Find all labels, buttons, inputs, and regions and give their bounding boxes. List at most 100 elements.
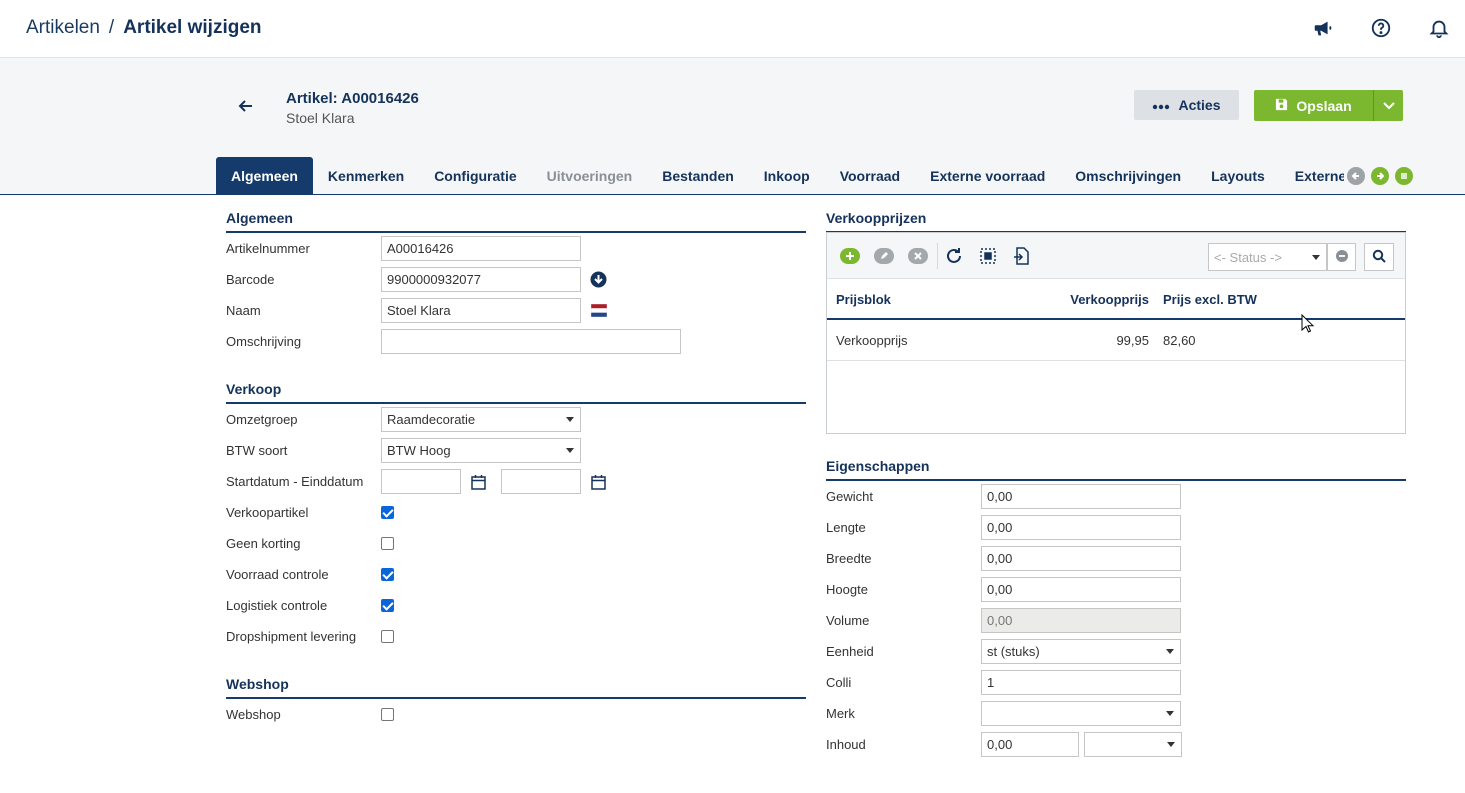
- eenheid-value: st (stuks): [987, 644, 1040, 659]
- tab-layouts[interactable]: Layouts: [1196, 157, 1280, 195]
- tab-inkoop[interactable]: Inkoop: [749, 157, 825, 195]
- dutch-flag-icon[interactable]: [590, 303, 608, 318]
- voorraad-controle-label: Voorraad controle: [226, 567, 329, 582]
- tab-menu-icon[interactable]: [1395, 167, 1413, 185]
- eenheid-select[interactable]: st (stuks): [981, 639, 1181, 664]
- edit-icon[interactable]: [874, 246, 894, 266]
- breadcrumb-current: Artikel wijzigen: [123, 17, 262, 38]
- select-all-icon[interactable]: [978, 246, 998, 266]
- acties-button[interactable]: Acties: [1134, 90, 1239, 120]
- search-button[interactable]: [1364, 243, 1394, 271]
- section-webshop-divider: [226, 697, 806, 699]
- tab-externe-voorraad[interactable]: Externe voorraad: [915, 157, 1060, 195]
- btw-soort-value: BTW Hoog: [387, 443, 451, 458]
- status-filter-placeholder: <- Status ->: [1214, 249, 1282, 265]
- artikelnummer-label: Artikelnummer: [226, 241, 310, 256]
- tab-externe-nummers[interactable]: Externe nummers: [1280, 157, 1344, 195]
- dropdown-arrow-icon: [566, 417, 574, 422]
- opslaan-button[interactable]: Opslaan: [1254, 90, 1373, 121]
- dropdown-arrow-icon: [566, 448, 574, 453]
- price-grid-header: Prijsblok Verkoopprijs Prijs excl. BTW: [827, 279, 1405, 320]
- minus-circle-icon: [1335, 249, 1348, 265]
- help-icon[interactable]: [1370, 17, 1392, 39]
- tab-uitvoeringen: Uitvoeringen: [546, 168, 633, 184]
- merk-select[interactable]: [981, 701, 1181, 726]
- merk-label: Merk: [826, 706, 855, 721]
- export-icon[interactable]: [1012, 246, 1032, 266]
- price-grid: <- Status -> Prijsblok Verkoopprijs Prij…: [826, 232, 1406, 434]
- naam-input[interactable]: Stoel Klara: [381, 298, 581, 323]
- back-arrow-icon[interactable]: [236, 96, 256, 116]
- hoogte-input[interactable]: 0,00: [981, 577, 1181, 602]
- voorraad-controle-checkbox[interactable]: [381, 568, 394, 581]
- btw-soort-label: BTW soort: [226, 443, 288, 458]
- eenheid-label: Eenheid: [826, 644, 874, 659]
- tab-omschrijvingen[interactable]: Omschrijvingen: [1060, 157, 1196, 195]
- hoogte-label: Hoogte: [826, 582, 868, 597]
- inhoud-label: Inhoud: [826, 737, 866, 752]
- inhoud-input[interactable]: 0,00: [981, 732, 1079, 757]
- omschrijving-label: Omschrijving: [226, 334, 302, 349]
- price-grid-toolbar: <- Status ->: [827, 233, 1405, 279]
- status-filter-select[interactable]: <- Status ->: [1208, 243, 1327, 271]
- column-prijsblok[interactable]: Prijsblok: [836, 292, 891, 307]
- column-prijs-excl-btw[interactable]: Prijs excl. BTW: [1163, 292, 1257, 307]
- calendar-icon[interactable]: [591, 474, 606, 490]
- cell-verkoopprijs: 99,95: [1116, 333, 1149, 348]
- verkoopartikel-checkbox[interactable]: [381, 506, 394, 519]
- megaphone-icon[interactable]: [1312, 17, 1334, 39]
- breedte-input[interactable]: 0,00: [981, 546, 1181, 571]
- volume-label: Volume: [826, 613, 870, 628]
- download-barcode-icon[interactable]: [590, 271, 607, 288]
- lengte-input[interactable]: 0,00: [981, 515, 1181, 540]
- section-verkoop-title: Verkoop: [226, 381, 282, 397]
- logistiek-controle-checkbox[interactable]: [381, 599, 394, 612]
- tab-scroll-right-icon[interactable]: [1371, 167, 1389, 185]
- table-row[interactable]: Verkoopprijs 99,95 82,60: [827, 320, 1405, 361]
- delete-icon[interactable]: [908, 246, 928, 266]
- section-algemeen-title: Algemeen: [226, 210, 293, 226]
- dropdown-arrow-icon: [1166, 711, 1174, 716]
- startdatum-input[interactable]: [381, 469, 461, 494]
- bell-icon[interactable]: [1428, 17, 1450, 39]
- dropshipment-checkbox[interactable]: [381, 630, 394, 643]
- einddatum-input[interactable]: [501, 469, 581, 494]
- geen-korting-label: Geen korting: [226, 536, 301, 551]
- barcode-input[interactable]: 9900000932077: [381, 267, 581, 292]
- btw-soort-select[interactable]: BTW Hoog: [381, 438, 581, 463]
- opslaan-dropdown-button[interactable]: [1373, 90, 1403, 121]
- article-header: Artikel: A00016426 Stoel Klara Acties Op…: [0, 58, 1465, 195]
- tab-bestanden[interactable]: Bestanden: [647, 157, 749, 195]
- cell-prijs-excl-btw: 82,60: [1163, 333, 1196, 348]
- gewicht-input[interactable]: 0,00: [981, 484, 1181, 509]
- tab-bar: Algemeen Kenmerken Configuratie Uitvoeri…: [216, 157, 1344, 195]
- omschrijving-input[interactable]: [381, 329, 681, 354]
- tab-kenmerken[interactable]: Kenmerken: [313, 157, 419, 195]
- column-verkoopprijs[interactable]: Verkoopprijs: [1070, 292, 1149, 307]
- tab-configuratie[interactable]: Configuratie: [419, 157, 531, 195]
- tab-scroll-left-icon[interactable]: [1347, 167, 1365, 185]
- calendar-icon[interactable]: [471, 474, 486, 490]
- omzetgroep-select[interactable]: Raamdecoratie: [381, 407, 581, 432]
- breadcrumb-parent[interactable]: Artikelen: [26, 17, 100, 38]
- gewicht-label: Gewicht: [826, 489, 873, 504]
- refresh-icon[interactable]: [944, 246, 964, 266]
- section-eigenschappen-title: Eigenschappen: [826, 458, 930, 474]
- save-icon: [1275, 98, 1288, 114]
- add-icon[interactable]: [840, 246, 860, 266]
- mouse-cursor-icon: [1301, 313, 1315, 334]
- webshop-checkbox[interactable]: [381, 708, 394, 721]
- geen-korting-checkbox[interactable]: [381, 537, 394, 550]
- colli-input[interactable]: 1: [981, 670, 1181, 695]
- dropdown-arrow-icon: [1166, 649, 1174, 654]
- logistiek-controle-label: Logistiek controle: [226, 598, 328, 613]
- tab-voorraad[interactable]: Voorraad: [825, 157, 915, 195]
- inhoud-unit-select[interactable]: [1084, 732, 1182, 757]
- clear-status-button[interactable]: [1327, 243, 1356, 271]
- datum-label: Startdatum - Einddatum: [226, 474, 364, 489]
- omzetgroep-label: Omzetgroep: [226, 412, 298, 427]
- verkoopartikel-label: Verkoopartikel: [226, 505, 309, 520]
- lengte-label: Lengte: [826, 520, 866, 535]
- tab-algemeen[interactable]: Algemeen: [216, 157, 313, 195]
- artikelnummer-input[interactable]: A00016426: [381, 236, 581, 261]
